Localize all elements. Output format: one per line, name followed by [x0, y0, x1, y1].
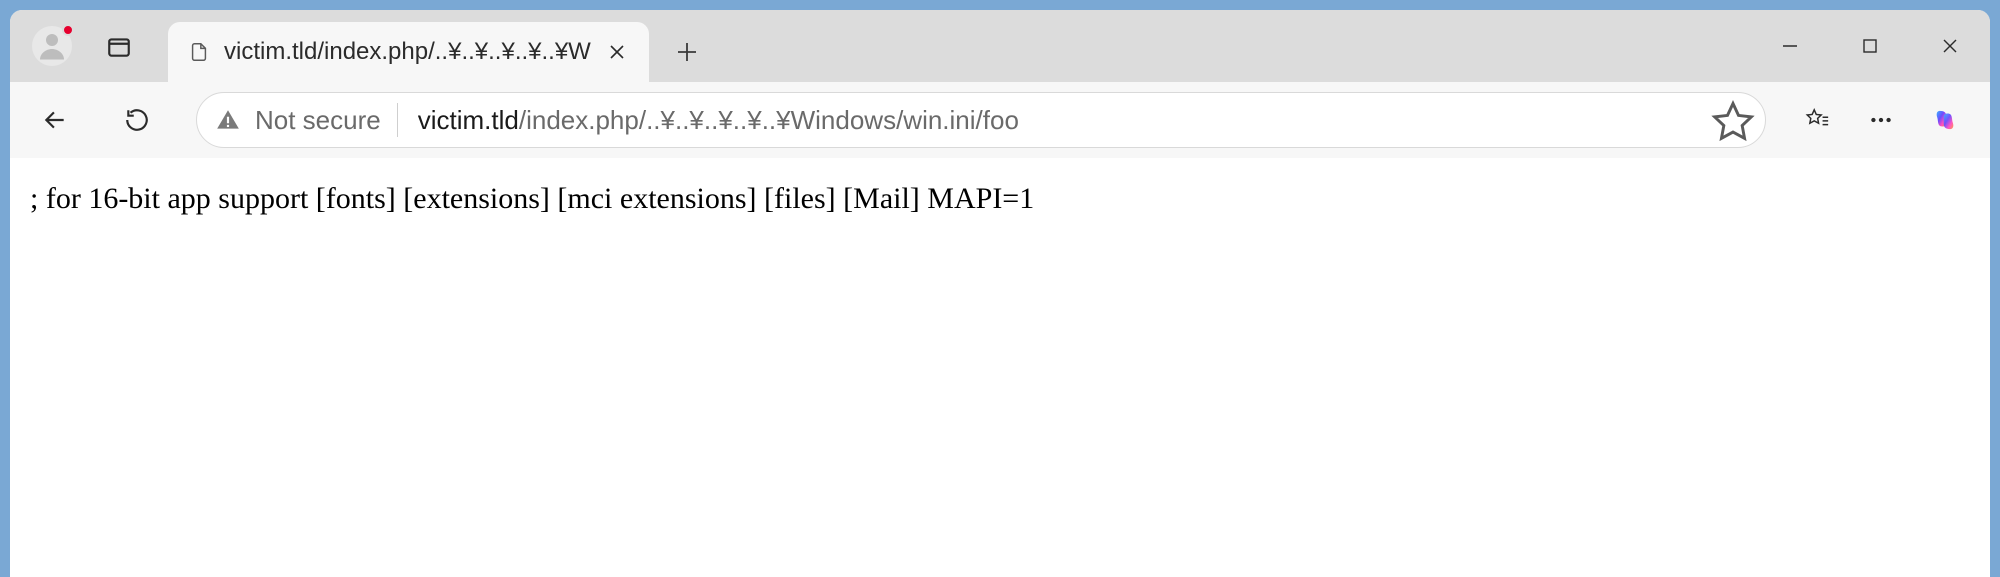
titlebar: victim.tld/index.php/..¥..¥..¥..¥..¥W [10, 10, 1990, 82]
browser-window: victim.tld/index.php/..¥..¥..¥..¥..¥W [10, 10, 1990, 577]
url-path: /index.php/..¥..¥..¥..¥..¥Windows/win.in… [519, 105, 1019, 135]
plus-icon [676, 41, 698, 63]
addressbar-divider [397, 103, 398, 137]
refresh-button[interactable] [110, 93, 164, 147]
back-button[interactable] [28, 93, 82, 147]
copilot-button[interactable] [1918, 93, 1972, 147]
tab-close-button[interactable] [599, 34, 635, 70]
favorite-button[interactable] [1711, 98, 1755, 142]
new-tab-button[interactable] [659, 24, 715, 80]
minimize-button[interactable] [1750, 17, 1830, 75]
page-body-text: ; for 16-bit app support [fonts] [extens… [30, 182, 1034, 215]
tab-actions-button[interactable] [100, 28, 138, 66]
close-icon [1940, 36, 1960, 56]
settings-menu-button[interactable] [1854, 93, 1908, 147]
profile-button[interactable] [32, 26, 72, 66]
page-favicon-icon [188, 41, 210, 63]
tab-actions-icon [106, 34, 132, 60]
minimize-icon [1780, 36, 1800, 56]
close-window-button[interactable] [1910, 17, 1990, 75]
star-icon [1711, 98, 1755, 142]
favorites-list-button[interactable] [1790, 93, 1844, 147]
not-secure-warning-icon [215, 107, 241, 133]
star-list-icon [1804, 107, 1830, 133]
address-bar[interactable]: Not secure victim.tld/index.php/..¥..¥..… [196, 92, 1766, 148]
maximize-button[interactable] [1830, 17, 1910, 75]
url-host: victim.tld [418, 105, 519, 135]
notification-dot-icon [62, 24, 74, 36]
tab-title: victim.tld/index.php/..¥..¥..¥..¥..¥W [224, 38, 591, 66]
url-text: victim.tld/index.php/..¥..¥..¥..¥..¥Wind… [418, 105, 1711, 136]
maximize-icon [1860, 36, 1880, 56]
arrow-left-icon [42, 107, 68, 133]
close-icon [609, 44, 625, 60]
refresh-icon [124, 107, 150, 133]
active-tab[interactable]: victim.tld/index.php/..¥..¥..¥..¥..¥W [168, 22, 649, 82]
security-status-label: Not secure [255, 105, 381, 136]
page-content: ; for 16-bit app support [fonts] [extens… [10, 158, 1990, 577]
copilot-icon [1932, 107, 1958, 133]
toolbar: Not secure victim.tld/index.php/..¥..¥..… [10, 82, 1990, 158]
ellipsis-icon [1868, 107, 1894, 133]
window-controls [1750, 10, 1990, 82]
